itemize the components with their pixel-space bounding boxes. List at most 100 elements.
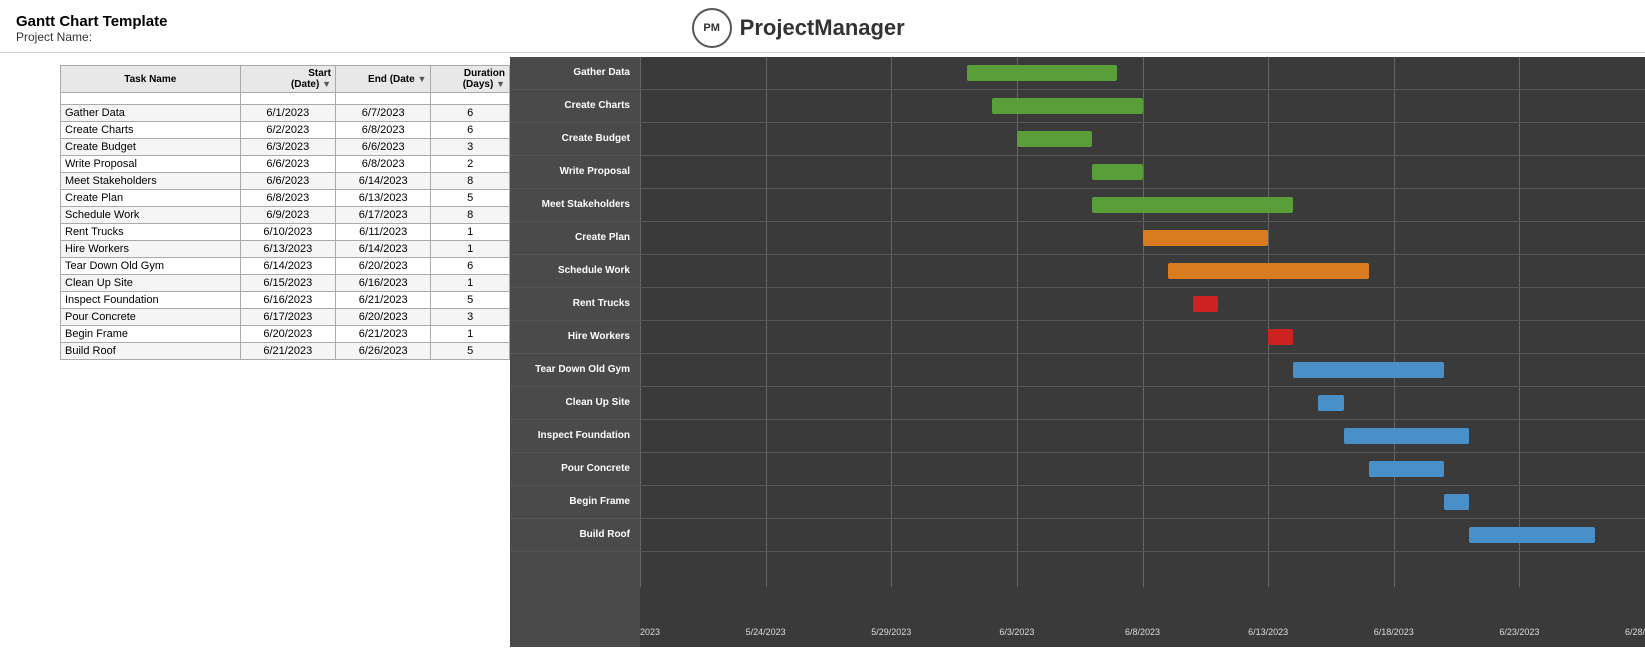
- gantt-bar: [1293, 362, 1444, 378]
- task-name-cell: Tear Down Old Gym: [61, 258, 241, 275]
- task-end-cell: 6/13/2023: [336, 190, 431, 207]
- col-start: Start(Date) ▼: [240, 66, 335, 93]
- gantt-label: Build Roof: [579, 529, 630, 541]
- gantt-bar: [1143, 230, 1269, 246]
- task-start-cell: 6/2/2023: [240, 122, 335, 139]
- task-dur-cell: 1: [431, 224, 510, 241]
- header-left: Gantt Chart Template Project Name:: [16, 13, 167, 44]
- table-row: Clean Up Site 6/15/2023 6/16/2023 1: [61, 275, 510, 292]
- date-tick: 5/24/2023: [746, 627, 786, 637]
- task-name-cell: Build Roof: [61, 343, 241, 360]
- date-tick: 5/29/2023: [871, 627, 911, 637]
- task-name-cell: Rent Trucks: [61, 224, 241, 241]
- task-dur-cell: 1: [431, 275, 510, 292]
- gantt-bar: [1444, 494, 1469, 510]
- gantt-label-row: Create Charts: [510, 90, 640, 123]
- task-end-cell: 6/6/2023: [336, 139, 431, 156]
- gantt-bar: [1193, 296, 1218, 312]
- gantt-bar-row: [640, 321, 1645, 354]
- table-row: Create Charts 6/2/2023 6/8/2023 6: [61, 122, 510, 139]
- gantt-label: Create Plan: [575, 232, 630, 244]
- task-dur-cell: 5: [431, 292, 510, 309]
- task-name-cell: Gather Data: [61, 105, 241, 122]
- date-tick: 6/18/2023: [1374, 627, 1414, 637]
- task-dur-cell: 1: [431, 326, 510, 343]
- task-dur-cell: 3: [431, 309, 510, 326]
- task-start-cell: 6/13/2023: [240, 241, 335, 258]
- date-tick: 5/19/2023: [640, 627, 660, 637]
- gantt-label-row: Inspect Foundation: [510, 420, 640, 453]
- task-end-cell: 6/8/2023: [336, 122, 431, 139]
- task-table-body: Gather Data 6/1/2023 6/7/2023 6 Create C…: [61, 93, 510, 360]
- task-dur-cell: 5: [431, 190, 510, 207]
- date-tick: 6/8/2023: [1125, 627, 1160, 637]
- gantt-label: Write Proposal: [560, 166, 630, 178]
- date-tick: 6/23/2023: [1499, 627, 1539, 637]
- gantt-label: Meet Stakeholders: [542, 199, 630, 211]
- task-dur-cell: 2: [431, 156, 510, 173]
- task-name-cell: Clean Up Site: [61, 275, 241, 292]
- gantt-section: Gather DataCreate ChartsCreate BudgetWri…: [510, 57, 1645, 647]
- task-end-cell: 6/26/2023: [336, 343, 431, 360]
- gantt-label-row: Create Plan: [510, 222, 640, 255]
- gantt-bar: [1369, 461, 1444, 477]
- task-start-cell: 6/10/2023: [240, 224, 335, 241]
- task-end-cell: 6/14/2023: [336, 241, 431, 258]
- gantt-bar: [1268, 329, 1293, 345]
- table-row: Pour Concrete 6/17/2023 6/20/2023 3: [61, 309, 510, 326]
- task-end-cell: 6/14/2023: [336, 173, 431, 190]
- empty-row: [61, 93, 510, 105]
- table-row: Meet Stakeholders 6/6/2023 6/14/2023 8: [61, 173, 510, 190]
- task-name-cell: Pour Concrete: [61, 309, 241, 326]
- table-row: Create Budget 6/3/2023 6/6/2023 3: [61, 139, 510, 156]
- task-start-cell: 6/20/2023: [240, 326, 335, 343]
- task-start-cell: 6/6/2023: [240, 156, 335, 173]
- gantt-labels: Gather DataCreate ChartsCreate BudgetWri…: [510, 57, 640, 647]
- task-end-cell: 6/21/2023: [336, 292, 431, 309]
- bars-area: [640, 57, 1645, 617]
- task-end-cell: 6/7/2023: [336, 105, 431, 122]
- date-axis: 5/19/20235/24/20235/29/20236/3/20236/8/2…: [640, 617, 1645, 647]
- task-start-cell: 6/6/2023: [240, 173, 335, 190]
- gantt-label-row: Schedule Work: [510, 255, 640, 288]
- date-tick: 6/13/2023: [1248, 627, 1288, 637]
- task-table: Task Name Start(Date) ▼ End (Date ▼ Dura…: [60, 65, 510, 360]
- task-start-cell: 6/3/2023: [240, 139, 335, 156]
- table-row: Gather Data 6/1/2023 6/7/2023 6: [61, 105, 510, 122]
- task-end-cell: 6/21/2023: [336, 326, 431, 343]
- task-start-cell: 6/17/2023: [240, 309, 335, 326]
- gantt-inner: Gather DataCreate ChartsCreate BudgetWri…: [510, 57, 1645, 647]
- table-row: Schedule Work 6/9/2023 6/17/2023 8: [61, 207, 510, 224]
- gantt-bar-row: [640, 486, 1645, 519]
- gantt-bar-row: [640, 90, 1645, 123]
- page-header: Gantt Chart Template Project Name: PM Pr…: [0, 0, 1645, 53]
- table-section: Task Name Start(Date) ▼ End (Date ▼ Dura…: [0, 57, 510, 647]
- gantt-bar: [1168, 263, 1369, 279]
- task-start-cell: 6/21/2023: [240, 343, 335, 360]
- table-header-row: Task Name Start(Date) ▼ End (Date ▼ Dura…: [61, 66, 510, 93]
- table-row: Write Proposal 6/6/2023 6/8/2023 2: [61, 156, 510, 173]
- gantt-bar-row: [640, 57, 1645, 90]
- table-row: Tear Down Old Gym 6/14/2023 6/20/2023 6: [61, 258, 510, 275]
- gantt-label-row: Gather Data: [510, 57, 640, 90]
- gantt-bar: [1469, 527, 1595, 543]
- gantt-label: Gather Data: [573, 67, 630, 79]
- task-dur-cell: 8: [431, 207, 510, 224]
- gantt-label: Rent Trucks: [573, 298, 630, 310]
- task-name-cell: Meet Stakeholders: [61, 173, 241, 190]
- gantt-label: Inspect Foundation: [538, 430, 630, 442]
- table-row: Hire Workers 6/13/2023 6/14/2023 1: [61, 241, 510, 258]
- gantt-bar: [1017, 131, 1092, 147]
- task-end-cell: 6/8/2023: [336, 156, 431, 173]
- task-dur-cell: 1: [431, 241, 510, 258]
- gantt-bar-row: [640, 123, 1645, 156]
- task-name-cell: Create Budget: [61, 139, 241, 156]
- gantt-bar-row: [640, 387, 1645, 420]
- gantt-label: Tear Down Old Gym: [535, 364, 630, 376]
- task-dur-cell: 5: [431, 343, 510, 360]
- date-tick: 6/28/2023: [1625, 627, 1645, 637]
- gantt-label-row: Write Proposal: [510, 156, 640, 189]
- task-start-cell: 6/16/2023: [240, 292, 335, 309]
- gantt-label-row: Begin Frame: [510, 486, 640, 519]
- task-start-cell: 6/8/2023: [240, 190, 335, 207]
